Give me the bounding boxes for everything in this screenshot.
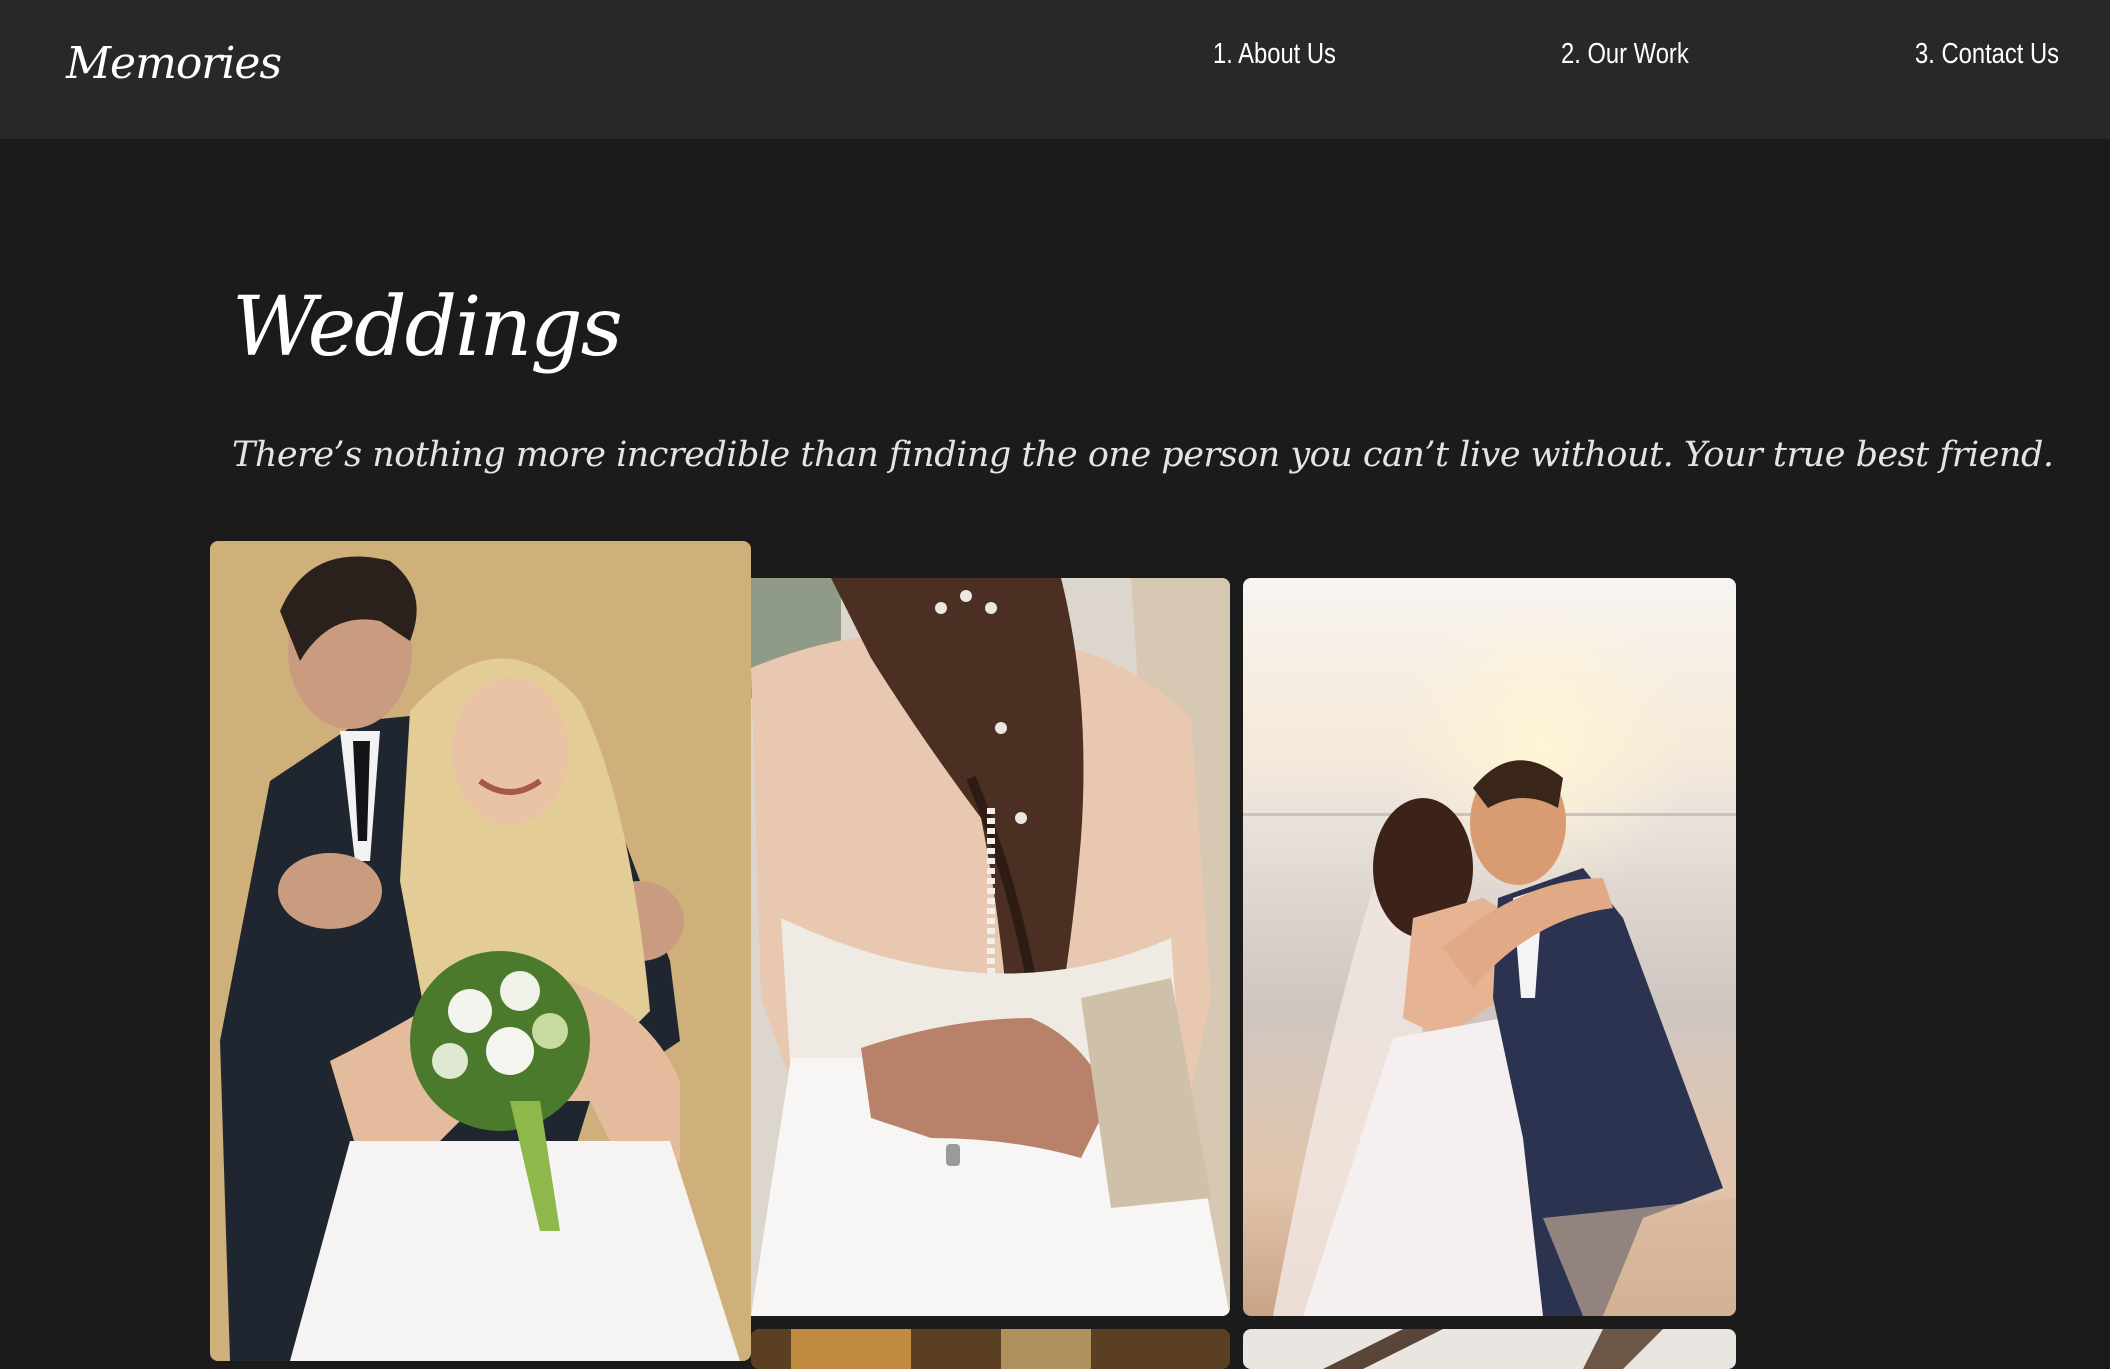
gallery-photo-row2-1[interactable] [751, 1329, 1230, 1369]
beach-sunset-image [1243, 578, 1736, 1316]
bride-back-image [751, 578, 1230, 1316]
nav-link-contact-us[interactable]: 3. Contact Us [1915, 38, 2059, 80]
nav-link-our-work[interactable]: 2. Our Work [1561, 38, 1689, 80]
nav-link-about-us[interactable]: 1. About Us [1213, 38, 1336, 80]
forest-photo-image [751, 1329, 1230, 1369]
arch-photo-image [1243, 1329, 1736, 1369]
page-title: Weddings [232, 280, 623, 375]
gallery-photo-couple-bouquet[interactable] [210, 541, 751, 1361]
page-tagline: There’s nothing more incredible than fin… [232, 435, 2054, 475]
gallery-photo-beach-sunset[interactable] [1243, 578, 1736, 1316]
top-nav: Memories 1. About Us 2. Our Work 3. Cont… [0, 0, 2110, 139]
gallery-photo-row2-2[interactable] [1243, 1329, 1736, 1369]
site-logo[interactable]: Memories [66, 38, 282, 89]
gallery-photo-bride-back[interactable] [751, 578, 1230, 1316]
couple-bouquet-image [210, 541, 751, 1361]
